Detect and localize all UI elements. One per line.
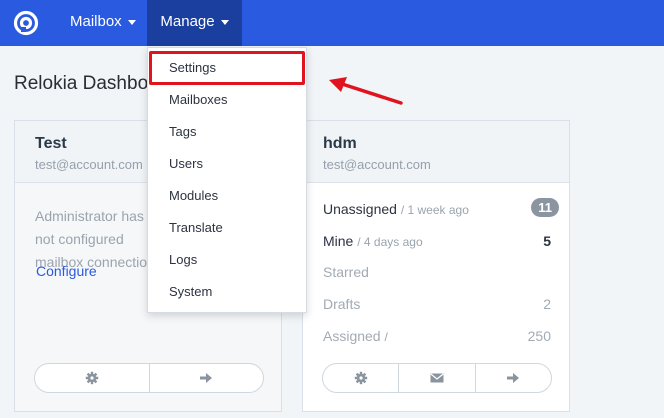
open-mailbox-button[interactable]	[150, 364, 264, 392]
configure-link[interactable]: Configure	[36, 263, 97, 279]
arrow-right-icon	[507, 373, 520, 383]
nav-mailbox-label: Mailbox	[70, 13, 122, 30]
folder-name: Assigned	[323, 328, 381, 344]
menu-item-logs[interactable]: Logs	[148, 244, 306, 276]
folder-name: Mine	[323, 233, 354, 249]
folder-name: Drafts	[323, 296, 361, 312]
folder-mine[interactable]: Mine / 4 days ago 5	[323, 233, 551, 255]
card-actions	[34, 363, 264, 393]
menu-item-modules[interactable]: Modules	[148, 180, 306, 212]
manage-dropdown-menu: Settings Mailboxes Tags Users Modules Tr…	[147, 47, 307, 313]
mailbox-card-hdm: hdm test@account.com Unassigned / 1 week…	[302, 120, 570, 412]
nav-mailbox[interactable]: Mailbox	[70, 0, 136, 46]
menu-item-translate[interactable]: Translate	[148, 212, 306, 244]
card-title[interactable]: Test	[35, 135, 67, 153]
folder-name: Unassigned	[323, 201, 397, 217]
open-mailbox-button[interactable]	[476, 364, 551, 392]
card-header: hdm test@account.com	[303, 121, 569, 183]
folder-count: 250	[527, 328, 551, 344]
folder-time: / 1 week ago	[400, 203, 469, 217]
envelope-icon	[430, 373, 444, 383]
folder-name: Starred	[323, 264, 369, 280]
count-badge: 11	[531, 198, 559, 217]
nav-manage-label: Manage	[160, 13, 215, 30]
logo-icon[interactable]	[13, 10, 39, 36]
card-email: test@account.com	[323, 157, 431, 172]
arrow-right-icon	[200, 373, 213, 383]
folder-starred[interactable]: Starred	[323, 264, 551, 286]
card-title[interactable]: hdm	[323, 135, 357, 153]
folder-assigned[interactable]: Assigned / 250	[323, 328, 551, 350]
settings-button[interactable]	[35, 364, 150, 392]
gear-icon	[354, 371, 367, 385]
settings-button[interactable]	[323, 364, 400, 392]
folder-drafts[interactable]: Drafts 2	[323, 296, 551, 318]
menu-item-tags[interactable]: Tags	[148, 116, 306, 148]
menu-item-system[interactable]: System	[148, 276, 306, 308]
card-email: test@account.com	[35, 157, 143, 172]
nav-manage[interactable]: Manage	[147, 0, 242, 46]
folder-count: 5	[543, 233, 551, 249]
menu-item-users[interactable]: Users	[148, 148, 306, 180]
folder-unassigned[interactable]: Unassigned / 1 week ago 11	[323, 198, 559, 223]
top-navbar: Mailbox Manage	[0, 0, 664, 46]
folder-time: / 4 days ago	[357, 235, 423, 249]
highlight-box	[149, 51, 305, 85]
gear-icon	[85, 371, 98, 385]
caret-down-icon	[220, 19, 229, 25]
annotation-arrow-icon	[329, 77, 403, 105]
card-actions	[322, 363, 552, 393]
new-conversation-button[interactable]	[399, 364, 476, 392]
caret-down-icon	[127, 19, 136, 25]
folder-count: 2	[543, 296, 551, 312]
menu-item-mailboxes[interactable]: Mailboxes	[148, 84, 306, 116]
folder-time: /	[384, 330, 388, 344]
